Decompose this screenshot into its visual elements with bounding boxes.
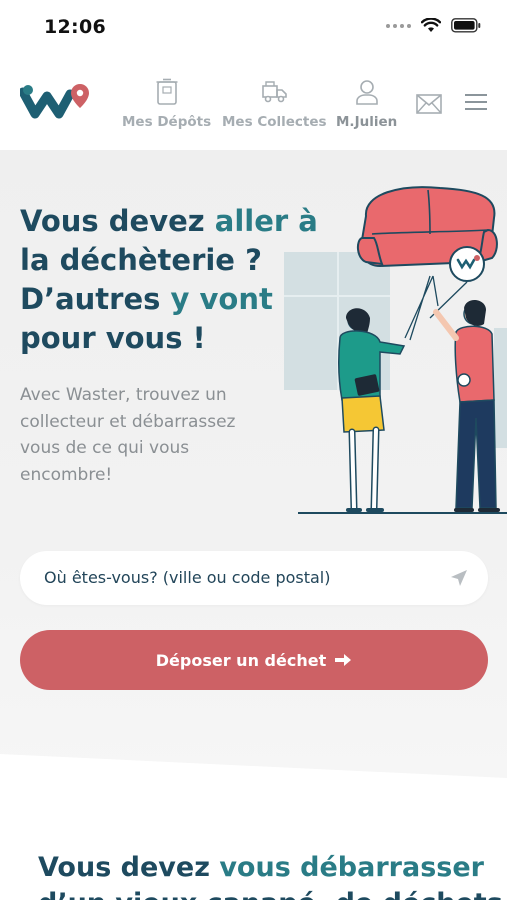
hero-illustration bbox=[284, 186, 507, 514]
section-title-part1: Vous devez bbox=[38, 852, 220, 883]
wifi-icon bbox=[421, 18, 441, 32]
truck-icon bbox=[262, 81, 288, 103]
headline-part1: Vous devez bbox=[20, 204, 215, 238]
deposit-waste-label: Déposer un déchet bbox=[155, 650, 327, 670]
man-figure bbox=[433, 299, 500, 512]
headline-accent2: y vont bbox=[170, 282, 273, 316]
nav-item-mes-collectes[interactable]: Mes Collectes bbox=[222, 78, 327, 130]
user-icon bbox=[355, 80, 378, 105]
mail-icon[interactable] bbox=[416, 94, 442, 114]
nav-item-mes-depots[interactable]: Mes Dépôts bbox=[122, 78, 211, 130]
nav-label-user: M.Julien bbox=[336, 114, 398, 130]
hero-subtext: Avec Waster, trouvez un collecteur et dé… bbox=[20, 385, 236, 485]
status-icons bbox=[386, 18, 481, 33]
top-navigation: Mes Dépôts Mes Collectes M.Julien bbox=[0, 56, 507, 150]
headline-part3: D’autres bbox=[20, 282, 171, 316]
waster-logo[interactable] bbox=[20, 82, 92, 122]
nav-label-mes-collectes: Mes Collectes bbox=[222, 114, 327, 130]
nav-item-user-account[interactable]: M.Julien bbox=[336, 78, 397, 130]
arrow-right-icon bbox=[335, 654, 352, 666]
hero-bottom-edge bbox=[0, 752, 507, 812]
search-placeholder: Où êtes-vous? (ville ou code postal) bbox=[44, 568, 331, 587]
headline-part2: la déchèterie ? bbox=[20, 243, 262, 277]
location-search-input[interactable]: Où êtes-vous? (ville ou code postal) bbox=[20, 551, 488, 605]
section-title: Vous devez vous débarrasser d’un vieux c… bbox=[38, 850, 503, 900]
nav-label-mes-depots: Mes Dépôts bbox=[122, 114, 212, 130]
deposit-waste-button[interactable]: Déposer un déchet bbox=[20, 630, 488, 690]
hero-headline: Vous devez aller à la déchèterie ? D’aut… bbox=[20, 202, 320, 358]
section-title-part2: d’un vieux canapé, de déchets bbox=[38, 888, 503, 900]
hamburger-menu-icon[interactable] bbox=[465, 94, 487, 112]
battery-icon bbox=[451, 18, 481, 33]
section-title-accent: vous débarrasser bbox=[219, 852, 484, 883]
bin-icon bbox=[156, 78, 178, 105]
signal-dots-icon bbox=[386, 23, 411, 28]
location-arrow-icon[interactable] bbox=[450, 569, 468, 587]
status-time: 12:06 bbox=[44, 16, 106, 38]
headline-part4: pour vous ! bbox=[20, 321, 206, 355]
logo-balloon bbox=[449, 246, 485, 282]
status-bar: 12:06 bbox=[0, 0, 507, 56]
woman-figure bbox=[337, 308, 406, 512]
